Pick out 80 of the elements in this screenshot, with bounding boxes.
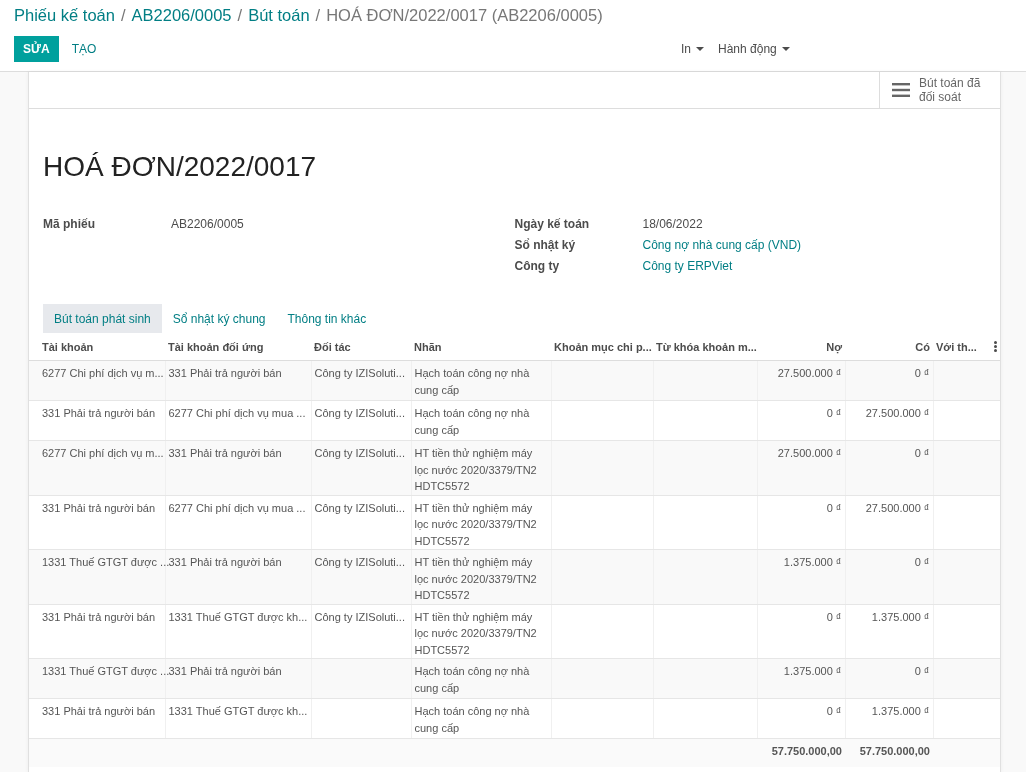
table-cell: 331 Phải trả người bán (165, 440, 311, 495)
column-header[interactable]: Khoản mục chi p... (551, 333, 653, 361)
dropdown-menu-button[interactable]: Hành động (711, 36, 797, 62)
field-link[interactable]: Công ty ERPViet (642, 258, 733, 273)
table-cell: 331 Phải trả người bán (29, 400, 165, 441)
caret-icon (696, 47, 704, 51)
table-cell: 6277 Chi phí dịch vụ mua ... (165, 495, 311, 550)
breadcrumb-separator: / (237, 6, 243, 25)
table-cell: 1331 Thuế GTGT được kh... (165, 698, 311, 739)
table-cell: 0 ₫ (757, 698, 845, 739)
field-value: AB2206/0005 (171, 216, 244, 231)
table-cell: HT tiền thử nghiệm máy lọc nước 2020/3379/TN2 HDTC5572 (411, 604, 551, 659)
field-label: Ngày kế toán (514, 216, 591, 231)
table-cell: 331 Phải trả người bán (29, 604, 165, 659)
table-cell: Công ty IZISoluti... (311, 400, 411, 441)
table-cell: 0 ₫ (757, 604, 845, 659)
column-header[interactable]: Với th... (933, 333, 1000, 361)
table-cell: 1.375.000 ₫ (757, 658, 845, 699)
table-cell: Hạch toán công nợ nhà cung cấp (411, 698, 551, 739)
table-cell: 331 Phải trả người bán (29, 698, 165, 739)
table-cell: Hạch toán công nợ nhà cung cấp (411, 360, 551, 401)
table-cell: Công ty IZISoluti... (311, 440, 411, 495)
table-cell: 0 ₫ (757, 400, 845, 441)
record-title: HOÁ ĐƠN/2022/0017 (43, 151, 318, 183)
field-value: 18/06/2022 (642, 216, 703, 231)
table-cell: 6277 Chi phí dịch vụ m... (29, 440, 165, 495)
create-button[interactable]: TẠO (62, 36, 106, 62)
table-cell: 1.375.000 ₫ (845, 698, 933, 739)
column-header[interactable]: Từ khóa khoản m... (653, 333, 757, 361)
breadcrumb-separator: / (120, 6, 126, 25)
breadcrumb-current: HOÁ ĐƠN/2022/0017 (AB2206/0005) (326, 6, 603, 25)
column-header[interactable]: Có (845, 333, 933, 361)
table-cell: 27.500.000 ₫ (757, 440, 845, 495)
more-options-icon[interactable] (994, 341, 997, 352)
table-cell: 331 Phải trả người bán (29, 495, 165, 550)
breadcrumb-separator: / (315, 6, 321, 25)
breadcrumb-link[interactable]: Bút toán (248, 6, 310, 25)
table-cell: Hạch toán công nợ nhà cung cấp (411, 658, 551, 699)
table-cell: HT tiền thử nghiệm máy lọc nước 2020/3379/TN2 HDTC5572 (411, 495, 551, 550)
table-cell: Hạch toán công nợ nhà cung cấp (411, 400, 551, 441)
table-cell: 6277 Chi phí dịch vụ m... (29, 360, 165, 401)
table-cell: Công ty IZISoluti... (311, 549, 411, 604)
tab[interactable]: Thông tin khác (276, 304, 378, 333)
table-cell: 0 ₫ (845, 440, 933, 495)
total-cell: 57.750.000,00 (757, 738, 845, 767)
table-cell: 6277 Chi phí dịch vụ mua ... (165, 400, 311, 441)
dropdown-menu-button[interactable]: In (674, 36, 711, 62)
caret-icon (781, 47, 790, 51)
tab[interactable]: Bút toán phát sinh (43, 304, 162, 333)
table-cell: 0 ₫ (757, 495, 845, 550)
field-label: Sổ nhật ký (514, 237, 577, 252)
column-header[interactable]: Nhãn (411, 333, 551, 361)
table-cell: 0 ₫ (845, 549, 933, 604)
list-icon (892, 83, 910, 97)
table-cell: 1.375.000 ₫ (845, 604, 933, 659)
column-header[interactable]: Đối tác (311, 333, 411, 361)
table-cell: 0 ₫ (845, 360, 933, 401)
table-cell: 1.375.000 ₫ (757, 549, 845, 604)
table-cell: 0 ₫ (845, 658, 933, 699)
table-cell: 331 Phải trả người bán (165, 360, 311, 401)
column-header[interactable]: Tài khoản (29, 333, 165, 361)
column-header[interactable]: Nợ (757, 333, 845, 361)
field-link[interactable]: Công nợ nhà cung cấp (VND) (642, 237, 802, 252)
column-header[interactable]: Tài khoản đối ứng (165, 333, 311, 361)
table-cell: 27.500.000 ₫ (845, 400, 933, 441)
table-cell: Công ty IZISoluti... (311, 360, 411, 401)
table-cell: Công ty IZISoluti... (311, 604, 411, 659)
table-cell: HT tiền thử nghiệm máy lọc nước 2020/3379/TN2 HDTC5572 (411, 549, 551, 604)
field-label: Công ty (514, 258, 561, 273)
table-cell: HT tiền thử nghiệm máy lọc nước 2020/3379/TN2 HDTC5572 (411, 440, 551, 495)
table-cell: 27.500.000 ₫ (757, 360, 845, 401)
table-cell: Công ty IZISoluti... (311, 495, 411, 550)
breadcrumb-link[interactable]: AB2206/0005 (131, 6, 232, 25)
table-cell: 27.500.000 ₫ (845, 495, 933, 550)
breadcrumb-link[interactable]: Phiếu kế toán (14, 6, 115, 25)
total-cell: 57.750.000,00 (845, 738, 933, 767)
tab[interactable]: Sổ nhật ký chung (161, 304, 277, 333)
table-cell: 1331 Thuế GTGT được kh... (165, 604, 311, 659)
reconciled-entries-button[interactable]: Bút toán đã đối soát (879, 72, 1000, 108)
field-label: Mã phiếu (43, 216, 96, 231)
